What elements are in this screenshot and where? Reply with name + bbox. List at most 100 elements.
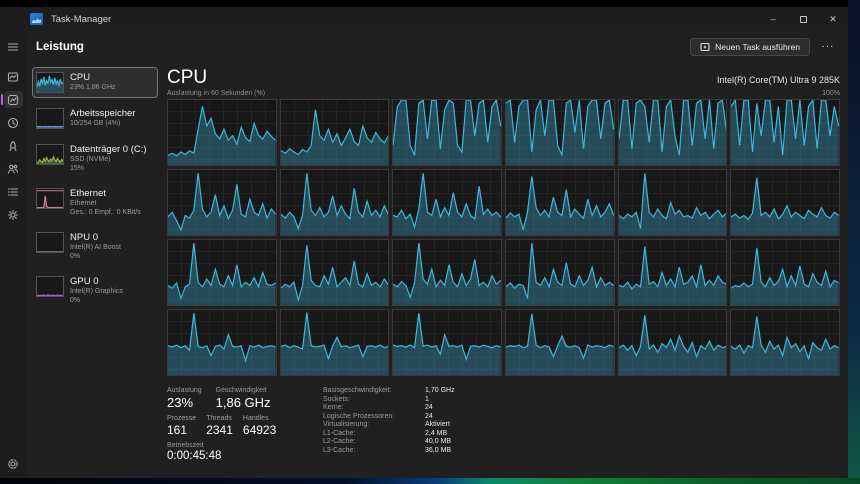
cpu-core-graph-14 (392, 239, 502, 306)
cpu-detail-pane: CPU Intel(R) Core(TM) Ultra 9 285K Ausla… (158, 67, 840, 478)
run-task-icon (700, 42, 710, 52)
gpu-0-subtitle-1: 0% (70, 296, 123, 305)
spec-label-l3-cache-: L3-Cache: (323, 447, 419, 454)
npu-0-title: NPU 0 (70, 232, 121, 243)
sidebar-item-gpu-0[interactable]: GPU 0Intel(R) Graphics0% (32, 271, 158, 310)
disk-0-subtitle-0: SSD (NVMe) (70, 155, 147, 164)
spec-label-kerne-: Kerne: (323, 404, 419, 411)
cpu-core-graph-9 (505, 169, 615, 236)
spec-label-logische-prozessoren-: Logische Prozessoren: (323, 413, 419, 420)
spec-value-virtualisierung-: Aktiviert (425, 421, 455, 428)
memory-thumbnail-graph (36, 108, 64, 129)
run-new-task-label: Neuen Task ausführen (715, 42, 800, 52)
cpu-core-graph-2 (392, 99, 502, 166)
cpu-core-graph-13 (280, 239, 390, 306)
nav-performance-icon[interactable] (4, 91, 23, 108)
stat-value: 23% (167, 395, 202, 410)
stat-value: 1,86 GHz (216, 395, 271, 410)
hamburger-menu-icon[interactable] (4, 38, 23, 55)
ethernet-title: Ethernet (70, 188, 141, 199)
nav-processes-icon[interactable] (4, 68, 23, 85)
stat-handles: Handles64923 (243, 415, 276, 437)
stat-label: Threads (206, 415, 233, 422)
titlebar[interactable]: Task-Manager – ✕ (0, 7, 848, 31)
nav-users-icon[interactable] (4, 160, 23, 177)
run-new-task-button[interactable]: Neuen Task ausführen (690, 38, 810, 56)
sidebar-item-memory[interactable]: Arbeitsspeicher10/254 GB (4%) (32, 103, 158, 134)
memory-title: Arbeitsspeicher (70, 108, 135, 119)
close-button[interactable]: ✕ (818, 7, 848, 31)
cpu-core-graph-20 (392, 309, 502, 376)
performance-sidebar: CPU23% 1,86 GHz Arbeitsspeicher10/254 GB … (32, 67, 158, 478)
sidebar-item-ethernet[interactable]: EthernetEthernetGes.: 0 Empf.: 0 KBit/s (32, 183, 158, 222)
minimize-button[interactable]: – (758, 7, 788, 31)
stat-value: 161 (167, 423, 196, 437)
ethernet-subtitle-1: Ges.: 0 Empf.: 0 KBit/s (70, 208, 141, 217)
spec-value-sockets-: 1 (425, 396, 455, 403)
cpu-core-graph-21 (505, 309, 615, 376)
ethernet-thumbnail-graph (36, 188, 64, 209)
nav-services-icon[interactable] (4, 206, 23, 223)
sidebar-item-disk-0[interactable]: Datenträger 0 (C:)SSD (NVMe)15% (32, 139, 158, 178)
cpu-card-text: CPU23% 1,86 GHz (70, 72, 116, 92)
cpu-core-graph-17 (730, 239, 840, 306)
cpu-core-graph-7 (280, 169, 390, 236)
desktop-wallpaper-right-edge (848, 0, 860, 484)
sidebar-item-npu-0[interactable]: NPU 0Intel(R) AI Boost0% (32, 227, 158, 266)
gpu-0-title: GPU 0 (70, 276, 123, 287)
cpu-core-graph-16 (618, 239, 728, 306)
cpu-subtitle-0: 23% 1,86 GHz (70, 83, 116, 92)
stat-value: 0:00:45:48 (167, 450, 221, 462)
spec-label-l2-cache-: L2-Cache: (323, 438, 419, 445)
content-header: Leistung Neuen Task ausführen ··· (26, 31, 848, 62)
cpu-core-graph-12 (167, 239, 277, 306)
nav-details-icon[interactable] (4, 183, 23, 200)
disk-0-card-text: Datenträger 0 (C:)SSD (NVMe)15% (70, 144, 147, 173)
spec-value-l1-cache-: 2,4 MB (425, 430, 455, 437)
disk-0-thumbnail-graph (36, 144, 64, 165)
per-core-graph-grid (167, 99, 840, 376)
memory-subtitle-0: 10/254 GB (4%) (70, 119, 135, 128)
stat-threads: Threads2341 (206, 415, 233, 437)
graph-max-label: 100% (822, 90, 840, 97)
disk-0-subtitle-1: 15% (70, 164, 147, 173)
ethernet-card-text: EthernetEthernetGes.: 0 Empf.: 0 KBit/s (70, 188, 141, 217)
gpu-0-subtitle-0: Intel(R) Graphics (70, 287, 123, 296)
cpu-core-graph-5 (730, 99, 840, 166)
more-options-button[interactable]: ··· (816, 37, 840, 56)
cpu-model-name: Intel(R) Core(TM) Ultra 9 285K (717, 75, 840, 85)
maximize-button[interactable] (788, 7, 818, 31)
page-title: Leistung (36, 41, 84, 53)
cpu-core-graph-15 (505, 239, 615, 306)
spec-value-l3-cache-: 36,0 MB (425, 447, 455, 454)
spec-value-l2-cache-: 40,0 MB (425, 438, 455, 445)
nav-app-history-icon[interactable] (4, 114, 23, 131)
settings-gear-icon[interactable] (4, 455, 23, 472)
cpu-core-graph-8 (392, 169, 502, 236)
cpu-title: CPU (70, 72, 116, 83)
graph-axis-label: Auslastung in 60 Sekunden (%) (167, 90, 265, 97)
cpu-core-graph-19 (280, 309, 390, 376)
sidebar-item-cpu[interactable]: CPU23% 1,86 GHz (32, 67, 158, 98)
stat-auslastung: Auslastung23% (167, 387, 202, 410)
cpu-core-graph-0 (167, 99, 277, 166)
spec-label-sockets-: Sockets: (323, 396, 419, 403)
stat-value: 64923 (243, 423, 276, 437)
spec-label-virtualisierung-: Virtualisierung: (323, 421, 419, 428)
npu-0-card-text: NPU 0Intel(R) AI Boost0% (70, 232, 121, 261)
npu-0-thumbnail-graph (36, 232, 64, 253)
stat-geschwindigkeit: Geschwindigkeit1,86 GHz (216, 387, 271, 410)
nav-startup-apps-icon[interactable] (4, 137, 23, 154)
maximize-icon (800, 16, 807, 23)
stat-label: Prozesse (167, 415, 196, 422)
stat-value: 2341 (206, 423, 233, 437)
cpu-stats: Auslastung23% Geschwindigkeit1,86 GHz Proz… (167, 387, 840, 467)
npu-0-subtitle-1: 0% (70, 252, 121, 261)
stat-betriebszeit: Betriebszeit0:00:45:48 (167, 442, 221, 462)
spec-value-basisgeschwindigkeit-: 1,70 GHz (425, 387, 455, 394)
cpu-core-graph-1 (280, 99, 390, 166)
window-title: Task-Manager (51, 14, 111, 25)
gpu-0-card-text: GPU 0Intel(R) Graphics0% (70, 276, 123, 305)
cpu-core-graph-23 (730, 309, 840, 376)
cpu-thumbnail-graph (36, 72, 64, 93)
